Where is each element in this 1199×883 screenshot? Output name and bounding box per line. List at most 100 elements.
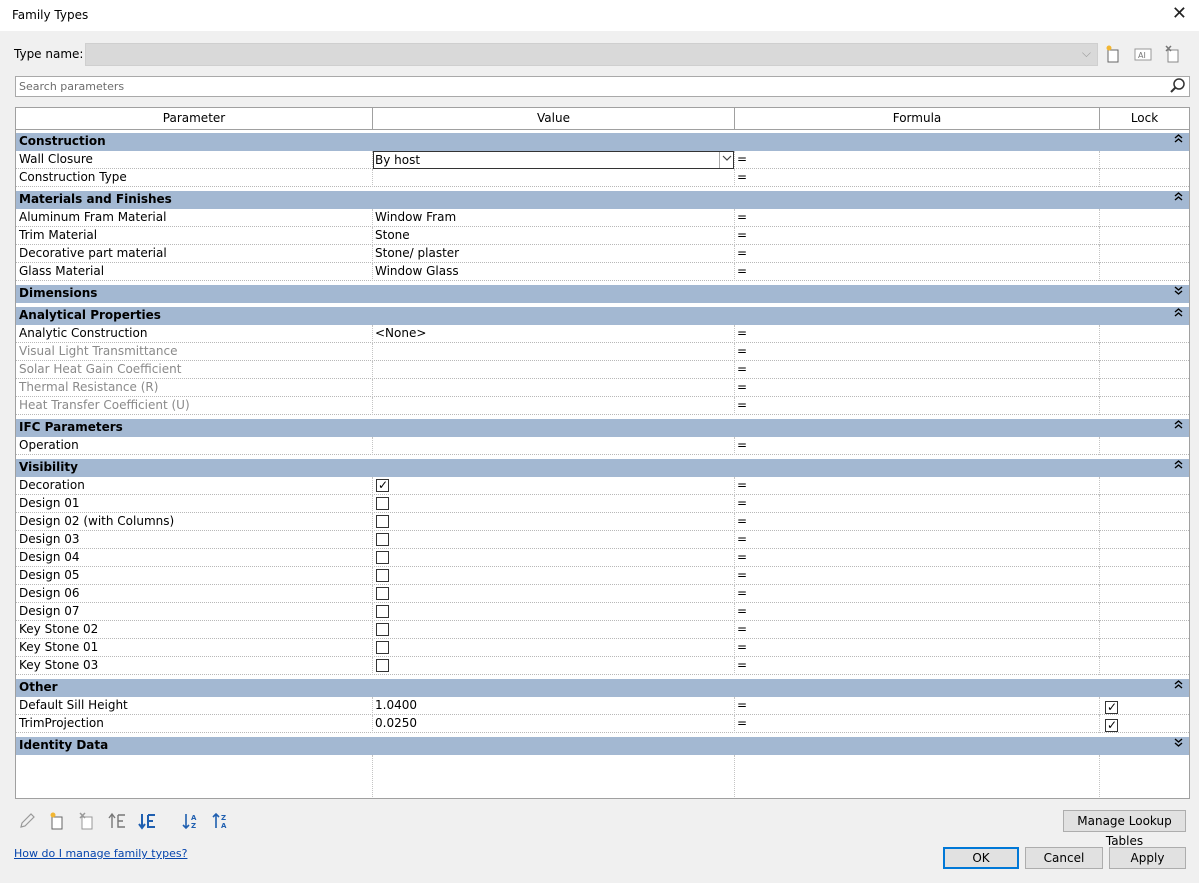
parameter-value-cell[interactable]	[373, 513, 735, 531]
apply-button[interactable]: Apply	[1109, 847, 1186, 869]
help-link[interactable]: How do I manage family types?	[14, 847, 187, 860]
cancel-button[interactable]: Cancel	[1025, 847, 1103, 869]
formula-cell[interactable]: =	[735, 227, 1100, 245]
group-header[interactable]: Visibility	[16, 459, 1189, 477]
group-header[interactable]: IFC Parameters	[16, 419, 1189, 437]
formula-cell[interactable]: =	[735, 567, 1100, 585]
column-header-formula[interactable]: Formula	[735, 108, 1100, 129]
formula-cell[interactable]: =	[735, 379, 1100, 397]
parameter-value-cell[interactable]: <None>	[373, 325, 735, 343]
value-checkbox[interactable]	[376, 551, 389, 564]
formula-cell[interactable]: =	[735, 549, 1100, 567]
search-input[interactable]	[16, 77, 1166, 96]
group-header[interactable]: Identity Data	[16, 737, 1189, 755]
value-checkbox[interactable]	[376, 641, 389, 654]
group-header[interactable]: Dimensions	[16, 285, 1189, 303]
chevron-down-icon[interactable]	[1174, 286, 1183, 298]
search-icon[interactable]	[1169, 77, 1187, 96]
formula-cell[interactable]: =	[735, 531, 1100, 549]
formula-cell[interactable]: =	[735, 209, 1100, 227]
chevron-up-icon[interactable]	[1174, 192, 1183, 204]
formula-cell[interactable]: =	[735, 621, 1100, 639]
move-down-icon[interactable]	[136, 812, 158, 832]
parameter-value-cell[interactable]: 0.0250	[373, 715, 735, 733]
chevron-up-icon[interactable]	[1174, 680, 1183, 692]
manage-lookup-tables-button[interactable]: Manage Lookup Tables	[1063, 810, 1186, 848]
parameter-value-cell[interactable]	[373, 603, 735, 621]
parameter-value-cell[interactable]	[373, 585, 735, 603]
move-up-icon[interactable]	[106, 812, 128, 832]
formula-cell[interactable]: =	[735, 495, 1100, 513]
parameter-value-cell[interactable]	[373, 567, 735, 585]
parameter-value-cell[interactable]	[373, 477, 735, 495]
pencil-icon[interactable]	[16, 812, 38, 832]
parameter-value-cell[interactable]	[373, 549, 735, 567]
formula-cell[interactable]: =	[735, 169, 1100, 187]
chevron-down-icon[interactable]	[1174, 738, 1183, 750]
parameter-value-cell[interactable]	[373, 531, 735, 549]
formula-cell[interactable]: =	[735, 245, 1100, 263]
value-checkbox[interactable]	[376, 497, 389, 510]
group-header[interactable]: Other	[16, 679, 1189, 697]
value-checkbox[interactable]	[376, 477, 389, 494]
column-header-parameter[interactable]: Parameter	[16, 108, 373, 129]
parameter-value-cell[interactable]	[373, 495, 735, 513]
ok-button[interactable]: OK	[943, 847, 1019, 869]
parameter-value-cell[interactable]	[373, 169, 735, 187]
lock-checkbox[interactable]	[1105, 699, 1118, 715]
parameter-value-cell[interactable]	[373, 657, 735, 675]
type-name-select[interactable]: ⌵	[85, 43, 1098, 66]
parameter-value-cell[interactable]: Window Fram	[373, 209, 735, 227]
group-header[interactable]: Construction	[16, 133, 1189, 151]
sort-descending-icon[interactable]: ZA	[210, 812, 232, 832]
formula-cell[interactable]: =	[735, 325, 1100, 343]
new-type-icon[interactable]	[1103, 45, 1123, 65]
parameter-value-cell[interactable]	[373, 397, 735, 415]
value-checkbox[interactable]	[376, 533, 389, 546]
sort-ascending-icon[interactable]: AZ	[180, 812, 202, 832]
delete-parameter-icon[interactable]	[76, 812, 98, 832]
chevron-up-icon[interactable]	[1174, 134, 1183, 146]
chevron-up-icon[interactable]	[1174, 420, 1183, 432]
parameter-value-cell[interactable]	[373, 361, 735, 379]
value-checkbox[interactable]	[376, 605, 389, 618]
chevron-up-icon[interactable]	[1174, 308, 1183, 320]
value-checkbox[interactable]	[376, 515, 389, 528]
formula-cell[interactable]: =	[735, 397, 1100, 415]
parameter-value-cell[interactable]	[373, 621, 735, 639]
value-dropdown[interactable]: By host	[373, 151, 734, 169]
chevron-down-icon[interactable]	[719, 152, 733, 168]
value-checkbox[interactable]	[376, 569, 389, 582]
value-checkbox[interactable]	[376, 623, 389, 636]
formula-cell[interactable]: =	[735, 477, 1100, 495]
formula-cell[interactable]: =	[735, 513, 1100, 531]
formula-cell[interactable]: =	[735, 657, 1100, 675]
formula-cell[interactable]: =	[735, 361, 1100, 379]
formula-cell[interactable]: =	[735, 585, 1100, 603]
parameter-value-cell[interactable]: By host	[373, 151, 735, 169]
value-checkbox[interactable]	[376, 587, 389, 600]
group-header[interactable]: Analytical Properties	[16, 307, 1189, 325]
close-icon[interactable]: ✕	[1172, 4, 1187, 24]
formula-cell[interactable]: =	[735, 151, 1100, 169]
formula-cell[interactable]: =	[735, 697, 1100, 715]
parameter-value-cell[interactable]: Window Glass	[373, 263, 735, 281]
parameter-value-cell[interactable]	[373, 639, 735, 657]
delete-type-icon[interactable]	[1163, 45, 1183, 65]
value-checkbox[interactable]	[376, 659, 389, 672]
column-header-lock[interactable]: Lock	[1100, 108, 1189, 129]
new-parameter-icon[interactable]	[46, 812, 68, 832]
rename-type-icon[interactable]: AI	[1133, 45, 1153, 65]
formula-cell[interactable]: =	[735, 343, 1100, 361]
parameter-value-cell[interactable]	[373, 379, 735, 397]
lock-checkbox[interactable]	[1105, 717, 1118, 733]
parameter-value-cell[interactable]	[373, 343, 735, 361]
formula-cell[interactable]: =	[735, 603, 1100, 621]
parameter-value-cell[interactable]: Stone	[373, 227, 735, 245]
chevron-up-icon[interactable]	[1174, 460, 1183, 472]
formula-cell[interactable]: =	[735, 639, 1100, 657]
parameter-value-cell[interactable]: 1.0400	[373, 697, 735, 715]
formula-cell[interactable]: =	[735, 437, 1100, 455]
group-header[interactable]: Materials and Finishes	[16, 191, 1189, 209]
column-header-value[interactable]: Value	[373, 108, 735, 129]
